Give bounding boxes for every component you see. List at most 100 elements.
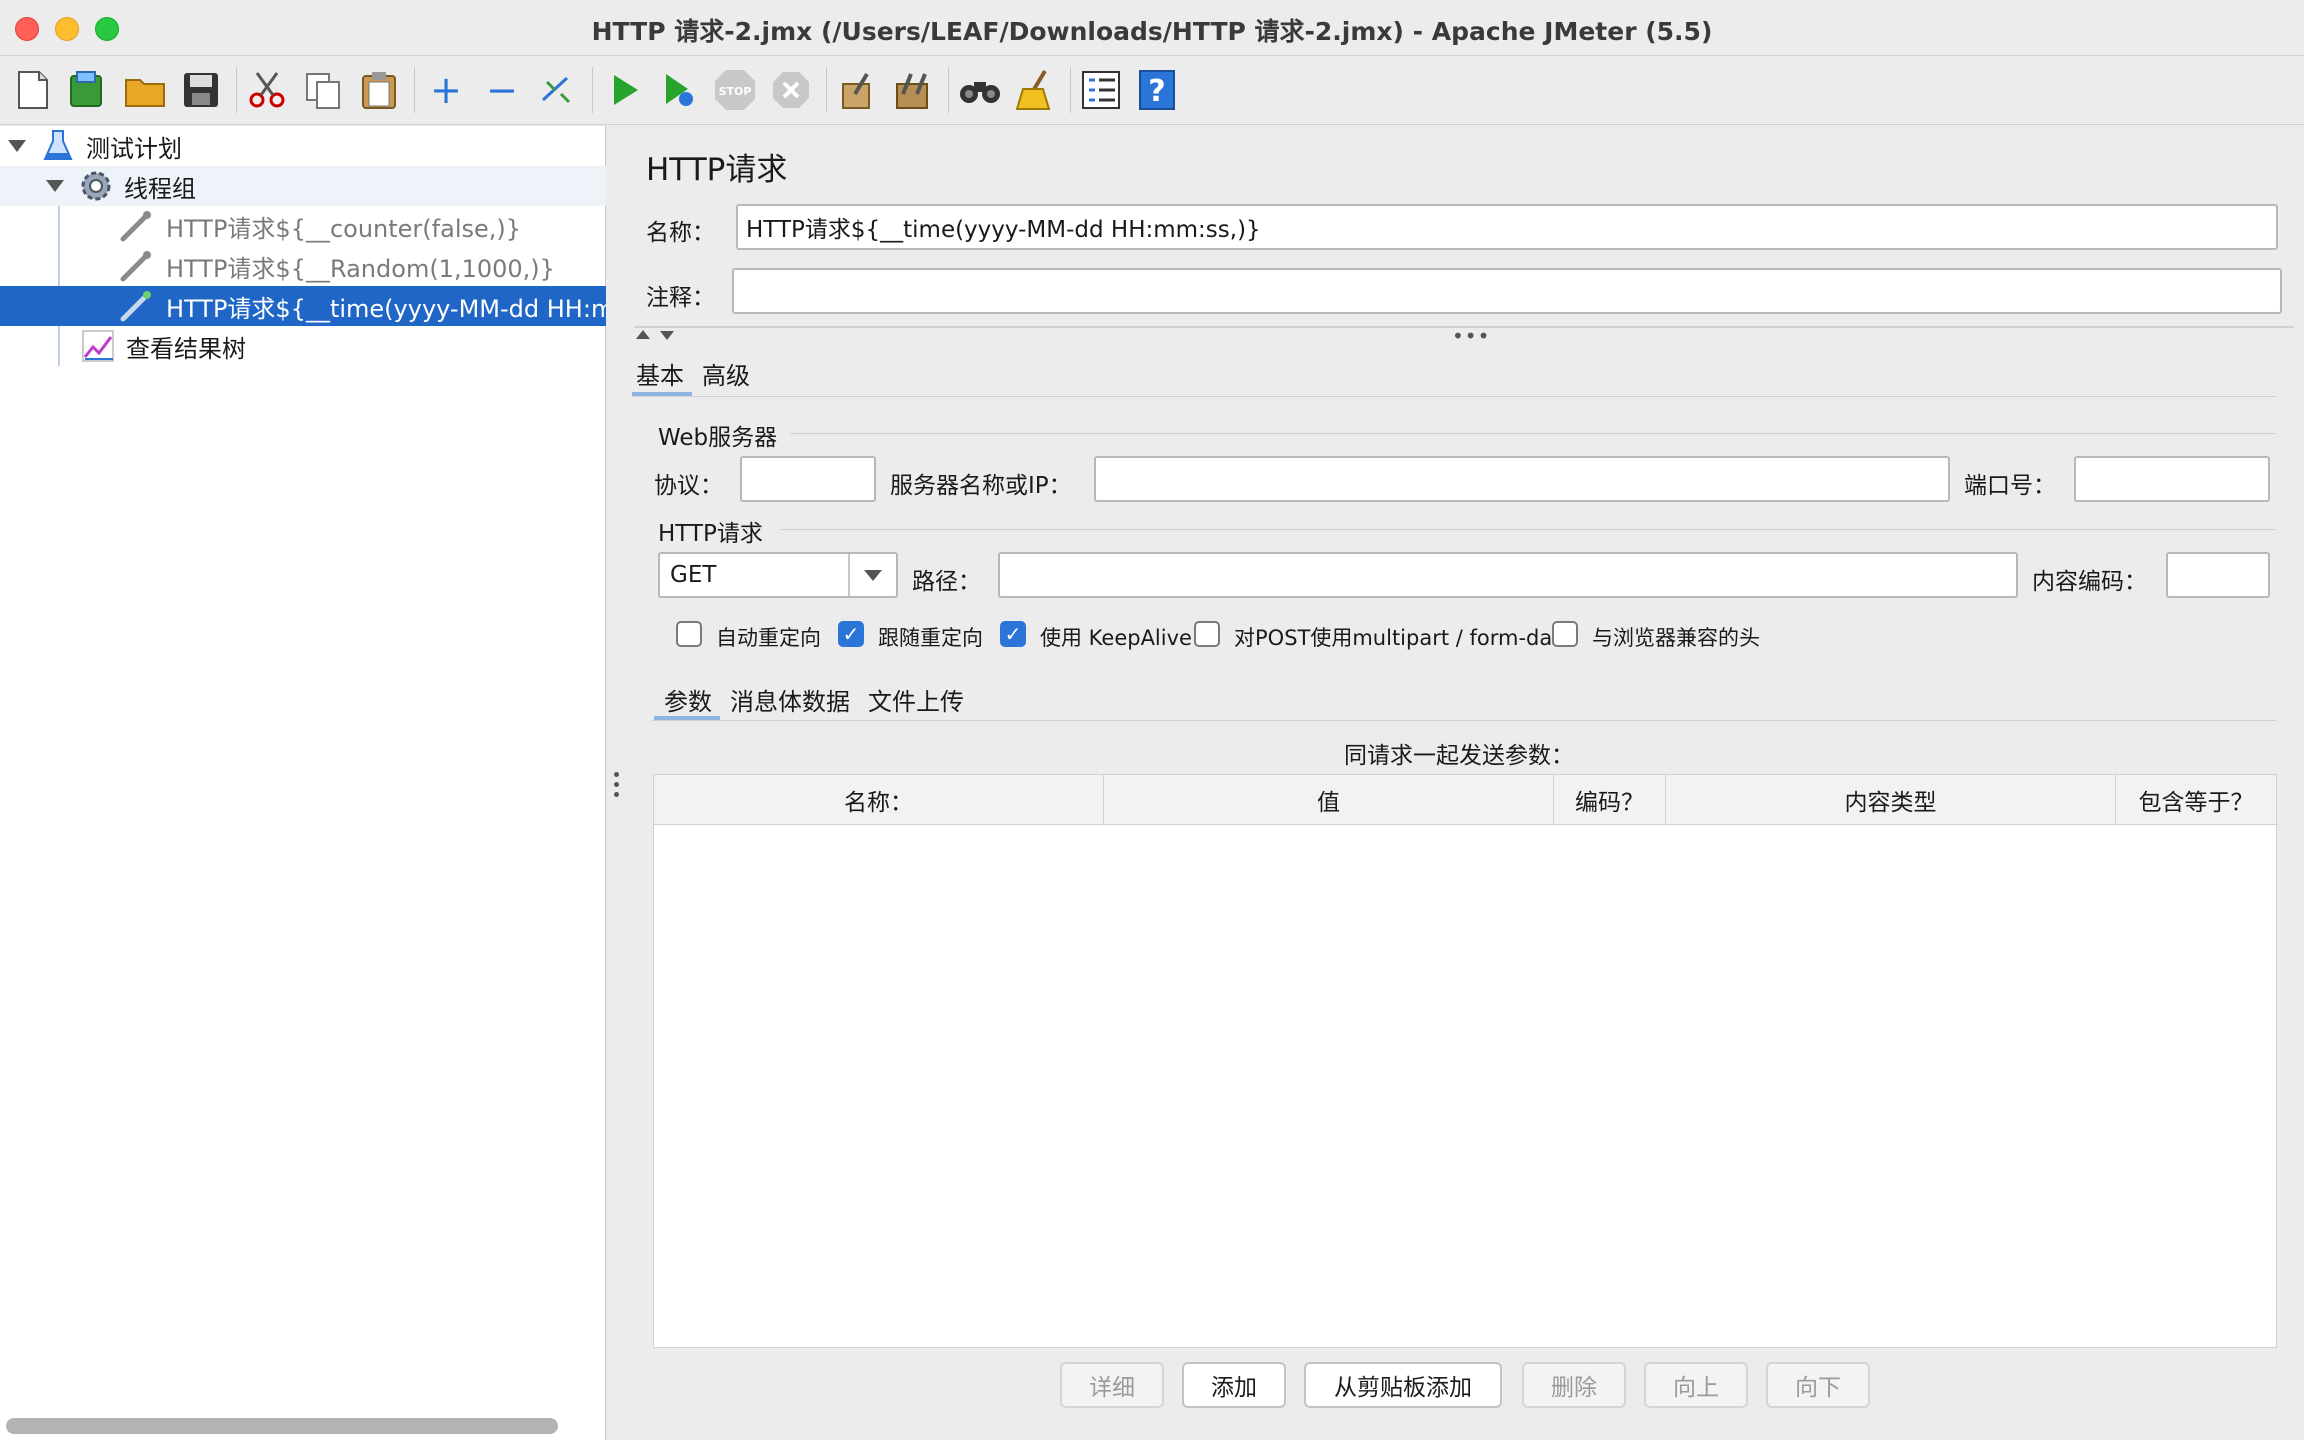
pipette-icon bbox=[118, 208, 154, 244]
column-header-name[interactable]: 名称： bbox=[654, 775, 1104, 825]
toggle-icon[interactable] bbox=[534, 67, 580, 113]
start-icon[interactable] bbox=[602, 67, 648, 113]
save-icon[interactable] bbox=[178, 67, 224, 113]
function-helper-icon[interactable] bbox=[1078, 67, 1124, 113]
params-caption: 同请求一起发送参数： bbox=[1344, 743, 1574, 769]
name-input[interactable]: HTTP请求${__time(yyyy-MM-dd HH:mm:ss,)} bbox=[736, 204, 2278, 250]
templates-icon[interactable] bbox=[64, 67, 110, 113]
tree-item-label: 测试计划 bbox=[86, 134, 182, 163]
tree-item-http-time[interactable]: HTTP请求${__time(yyyy-MM-dd HH:mm:ss,)} bbox=[0, 286, 606, 326]
add-from-clipboard-button[interactable]: 从剪贴板添加 bbox=[1304, 1362, 1502, 1408]
tab-advanced[interactable]: 高级 bbox=[702, 356, 750, 391]
tab-divider bbox=[632, 396, 2276, 397]
tree-item-http-counter[interactable]: HTTP请求${__counter(false,)} bbox=[0, 206, 606, 246]
auto-redirect-checkbox[interactable] bbox=[676, 621, 702, 647]
panel-heading: HTTP请求 bbox=[646, 152, 788, 188]
server-name-label: 服务器名称或IP： bbox=[890, 473, 1072, 499]
group-divider bbox=[780, 529, 2276, 530]
reset-search-icon[interactable] bbox=[1012, 67, 1058, 113]
tree-item-label: HTTP请求${__counter(false,)} bbox=[166, 214, 522, 243]
move-down-button[interactable]: 向下 bbox=[1766, 1362, 1870, 1408]
chart-icon bbox=[80, 328, 116, 364]
chevron-down-icon[interactable] bbox=[864, 570, 882, 581]
column-header-value[interactable]: 值 bbox=[1104, 775, 1554, 825]
web-server-group-label: Web服务器 bbox=[658, 425, 778, 451]
copy-icon[interactable] bbox=[300, 67, 346, 113]
collapse-up-icon[interactable] bbox=[636, 330, 650, 339]
collapse-icon[interactable]: − bbox=[479, 67, 525, 113]
http-request-group-label: HTTP请求 bbox=[658, 521, 763, 547]
parameters-table[interactable]: 名称： 值 编码？ 内容类型 包含等于？ bbox=[653, 774, 2277, 1348]
method-value: GET bbox=[670, 562, 717, 588]
collapse-down-icon[interactable] bbox=[660, 331, 674, 340]
delete-button[interactable]: 删除 bbox=[1522, 1362, 1626, 1408]
test-plan-tree[interactable]: 测试计划 线程组 HTTP请求${__counter(false,)} HTTP… bbox=[0, 126, 606, 1440]
protocol-label: 协议： bbox=[654, 473, 723, 499]
tab-parameters[interactable]: 参数 bbox=[664, 682, 712, 717]
column-header-encode[interactable]: 编码？ bbox=[1554, 775, 1666, 825]
path-input[interactable] bbox=[998, 552, 2018, 598]
expand-arrow-icon[interactable] bbox=[46, 180, 64, 192]
encoding-input[interactable] bbox=[2166, 552, 2270, 598]
drag-handle-icon[interactable]: ••• bbox=[1452, 324, 1490, 348]
tree-item-test-plan[interactable]: 测试计划 bbox=[0, 126, 606, 166]
splitter-grip-icon[interactable] bbox=[614, 772, 619, 777]
follow-redirect-checkbox[interactable]: ✓ bbox=[838, 621, 864, 647]
tree-item-label: 线程组 bbox=[124, 174, 196, 203]
tree-item-label: HTTP请求${__time(yyyy-MM-dd HH:mm:ss,)} bbox=[166, 294, 606, 323]
tree-item-http-random[interactable]: HTTP请求${__Random(1,1000,)} bbox=[0, 246, 606, 286]
detail-button[interactable]: 详细 bbox=[1060, 1362, 1164, 1408]
flask-icon bbox=[40, 128, 76, 164]
follow-redirect-label: 跟随重定向 bbox=[878, 626, 983, 650]
tree-item-thread-group[interactable]: 线程组 bbox=[0, 166, 606, 206]
move-up-button[interactable]: 向上 bbox=[1644, 1362, 1748, 1408]
stop-icon[interactable]: STOP bbox=[712, 67, 758, 113]
port-input[interactable] bbox=[2074, 456, 2270, 502]
tab-basic[interactable]: 基本 bbox=[636, 356, 684, 391]
splitter-grip-icon[interactable] bbox=[614, 792, 619, 797]
path-label: 路径： bbox=[912, 569, 981, 595]
server-name-input[interactable] bbox=[1094, 456, 1950, 502]
comment-input[interactable] bbox=[732, 268, 2282, 314]
group-divider bbox=[790, 433, 2276, 434]
column-header-content-type[interactable]: 内容类型 bbox=[1666, 775, 2116, 825]
name-label: 名称： bbox=[646, 220, 715, 246]
multipart-label: 对POST使用multipart / form-data bbox=[1234, 626, 1574, 650]
subtab-divider bbox=[652, 720, 2276, 721]
tree-item-view-results-tree[interactable]: 查看结果树 bbox=[0, 326, 606, 366]
keepalive-label: 使用 KeepAlive bbox=[1040, 626, 1192, 650]
toolbar: + − STOP ? bbox=[0, 57, 2304, 125]
search-icon[interactable] bbox=[957, 67, 1003, 113]
clear-all-icon[interactable] bbox=[890, 67, 936, 113]
method-select[interactable]: GET bbox=[658, 552, 898, 598]
pipette-icon bbox=[118, 288, 154, 324]
expand-icon[interactable]: + bbox=[423, 67, 469, 113]
splitter-grip-icon[interactable] bbox=[614, 782, 619, 787]
open-icon[interactable] bbox=[122, 67, 168, 113]
tree-item-label: 查看结果树 bbox=[126, 334, 246, 363]
start-no-pause-icon[interactable] bbox=[656, 67, 702, 113]
clear-icon[interactable] bbox=[834, 67, 880, 113]
auto-redirect-label: 自动重定向 bbox=[716, 626, 821, 650]
svg-text:?: ? bbox=[1148, 74, 1165, 109]
encoding-label: 内容编码： bbox=[2032, 569, 2147, 595]
help-icon[interactable]: ? bbox=[1134, 67, 1180, 113]
keepalive-checkbox[interactable]: ✓ bbox=[1000, 621, 1026, 647]
pipette-icon bbox=[118, 248, 154, 284]
window-title: HTTP 请求-2.jmx (/Users/LEAF/Downloads/HTT… bbox=[591, 17, 1713, 46]
expand-arrow-icon[interactable] bbox=[8, 140, 26, 152]
tab-body-data[interactable]: 消息体数据 bbox=[730, 682, 850, 717]
add-button[interactable]: 添加 bbox=[1182, 1362, 1286, 1408]
new-icon[interactable] bbox=[10, 67, 56, 113]
column-header-include-equals[interactable]: 包含等于？ bbox=[2116, 775, 2276, 825]
shutdown-icon[interactable] bbox=[768, 67, 814, 113]
paste-icon[interactable] bbox=[356, 67, 402, 113]
svg-text:STOP: STOP bbox=[719, 85, 752, 98]
tab-file-upload[interactable]: 文件上传 bbox=[868, 682, 964, 717]
browser-headers-checkbox[interactable] bbox=[1552, 621, 1578, 647]
cut-icon[interactable] bbox=[244, 67, 290, 113]
multipart-checkbox[interactable] bbox=[1194, 621, 1220, 647]
browser-headers-label: 与浏览器兼容的头 bbox=[1592, 626, 1760, 650]
protocol-input[interactable] bbox=[740, 456, 876, 502]
tree-horizontal-scrollbar[interactable] bbox=[6, 1418, 558, 1434]
